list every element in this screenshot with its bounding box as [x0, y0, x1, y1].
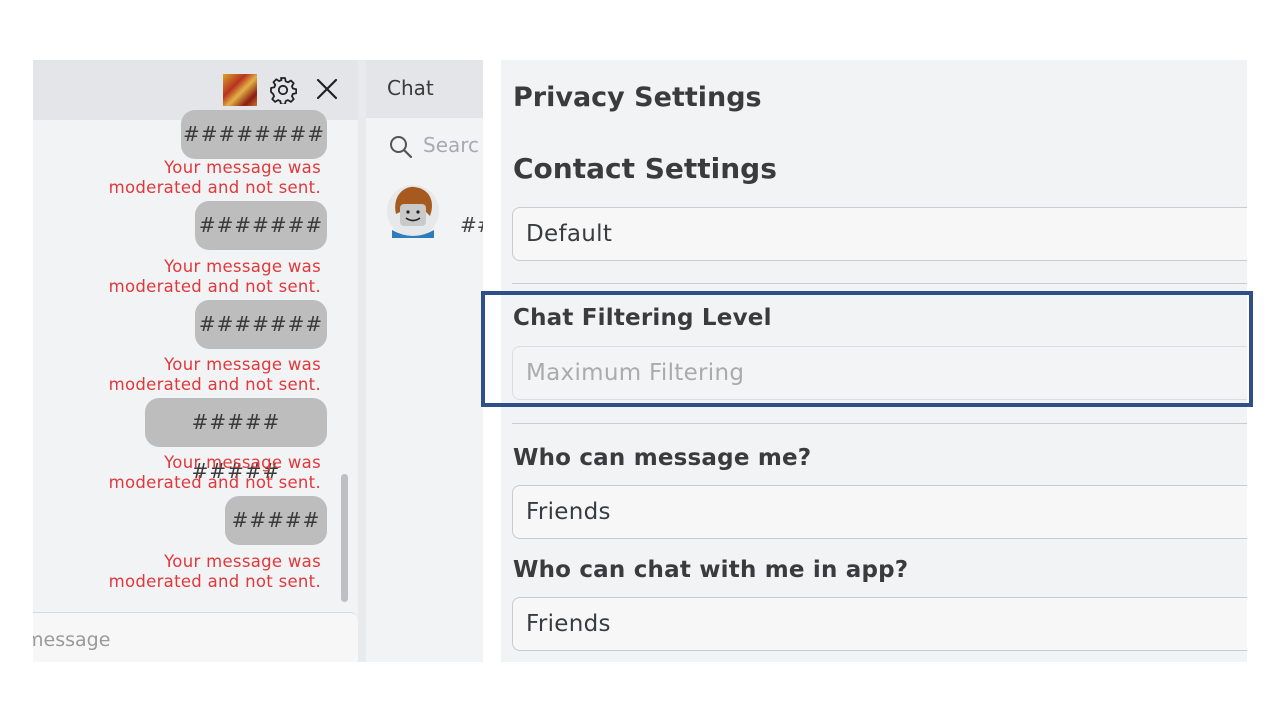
highlight-box [481, 291, 1253, 407]
message-permission-value: Friends [526, 499, 611, 525]
message-bubble: ##### ##### [145, 398, 327, 483]
divider [512, 423, 1247, 424]
divider [512, 283, 1247, 284]
chat-list-panel: Chat Searc ## [366, 60, 483, 662]
chat-search-input[interactable]: Searc [423, 133, 479, 157]
contact-settings-dropdown[interactable]: Default [512, 207, 1247, 261]
chat-list-header: Chat [366, 60, 483, 118]
user-avatar-thumbnail[interactable] [223, 74, 257, 106]
chat-permission-label: Who can chat with me in app? [513, 557, 909, 583]
moderation-notice: Your message was moderated and not sent. [108, 355, 321, 394]
message-input[interactable]: message [33, 612, 358, 662]
section-title: Contact Settings [513, 152, 777, 185]
message-permission-dropdown[interactable]: Friends [512, 485, 1247, 539]
moderation-notice: Your message was moderated and not sent. [108, 453, 321, 492]
close-icon[interactable] [315, 77, 339, 101]
chat-permission-dropdown[interactable]: Friends [512, 597, 1247, 651]
moderation-notice: Your message was moderated and not sent. [108, 158, 321, 197]
chat-permission-value: Friends [526, 611, 611, 637]
page-title: Privacy Settings [513, 82, 762, 113]
chat-preview-text: ## [460, 213, 483, 237]
message-bubble: ##### [225, 496, 327, 545]
moderation-notice: Your message was moderated and not sent. [108, 552, 321, 591]
message-input-placeholder: message [33, 629, 111, 651]
panel-gap [358, 60, 366, 662]
message-permission-label: Who can message me? [513, 445, 812, 471]
message-bubble: ######## [181, 110, 327, 159]
message-bubble: ####### [195, 201, 327, 250]
moderation-notice: Your message was moderated and not sent. [108, 257, 321, 296]
scrollbar[interactable] [341, 474, 348, 602]
chat-conversation-window: ######## Your message was moderated and … [33, 60, 360, 662]
contact-settings-value: Default [526, 221, 613, 247]
friend-avatar[interactable] [386, 184, 440, 238]
message-bubble: ####### [195, 300, 327, 349]
search-icon [390, 136, 413, 159]
chat-list-title: Chat [387, 76, 434, 100]
gear-icon[interactable] [269, 76, 297, 104]
